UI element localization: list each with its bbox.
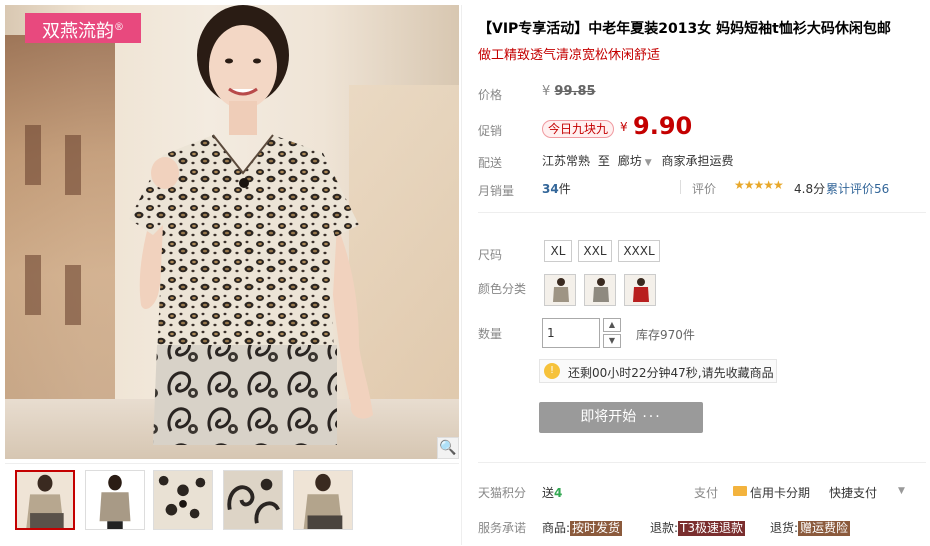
main-product-image[interactable]: 双燕流韵® 🔍 xyxy=(5,5,459,459)
background-building xyxy=(5,35,115,435)
thumbnail-3[interactable] xyxy=(153,470,213,530)
promo-badge: 今日九块九 xyxy=(542,120,615,138)
coming-soon-button[interactable]: 即将开始 ··· xyxy=(539,402,703,433)
background-window xyxy=(25,125,41,185)
credit-card-icon xyxy=(733,486,747,496)
thumbnail-2[interactable] xyxy=(85,470,145,530)
thumbnail-1[interactable] xyxy=(15,470,75,530)
service-refund: 退款: T3极速退款 xyxy=(650,521,746,536)
color-option-1[interactable] xyxy=(544,274,576,306)
ship-from: 江苏常熟 xyxy=(542,154,591,168)
color-option-3[interactable] xyxy=(624,274,656,306)
shipping-info: 江苏常熟 至 廊坊 ▼ 商家承担运费 xyxy=(542,152,733,169)
service-return: 退货: 赠运费险 xyxy=(770,521,851,536)
countdown-text: 还剩00小时22分钟47秒,请先收藏商品 xyxy=(568,366,774,380)
brand-logo: 双燕流韵® xyxy=(25,13,141,43)
payment-label: 支付 xyxy=(694,486,719,500)
promo-currency: ¥ xyxy=(620,120,628,134)
promo-label: 促销 xyxy=(478,124,503,138)
rating-score: 4.8分 xyxy=(794,182,826,196)
points-value: 送4 xyxy=(542,486,563,500)
size-label: 尺码 xyxy=(478,248,503,262)
monthly-sales: 34件 xyxy=(542,182,571,196)
quantity-input[interactable]: 1 xyxy=(542,318,600,348)
size-option-xl[interactable]: XL xyxy=(544,240,572,262)
chevron-down-icon: ▼ xyxy=(644,158,652,168)
sales-label: 月销量 xyxy=(478,184,515,198)
thumbnail-4[interactable] xyxy=(223,470,283,530)
separator xyxy=(680,180,681,194)
background-window xyxy=(25,255,41,315)
promo-price: 9.90 xyxy=(633,112,693,140)
product-title: 【VIP专享活动】中老年夏装2013女 妈妈短袖t恤衫大码休闲包邮 xyxy=(478,21,891,37)
points-label: 天猫积分 xyxy=(478,486,527,500)
color-label: 颜色分类 xyxy=(478,282,527,296)
quantity-label: 数量 xyxy=(478,327,503,341)
rating-stars: ★★★★★ xyxy=(734,178,784,192)
color-option-2[interactable] xyxy=(584,274,616,306)
rating-label: 评价 xyxy=(692,182,717,196)
magnifier-icon[interactable]: 🔍 xyxy=(437,437,459,459)
thumbnail-5[interactable] xyxy=(293,470,353,530)
background-window xyxy=(65,135,81,195)
service-shipping: 商品: 按时发货 xyxy=(542,521,623,536)
quick-pay-link[interactable]: 快捷支付 xyxy=(829,484,877,501)
countdown-tip: ! 还剩00小时22分钟47秒,请先收藏商品 xyxy=(539,359,777,383)
fast-refund-tag[interactable]: T3极速退款 xyxy=(678,521,746,536)
on-time-delivery-tag[interactable]: 按时发货 xyxy=(570,521,623,536)
chevron-down-icon[interactable]: ▼ xyxy=(898,486,905,496)
price-label: 价格 xyxy=(478,88,503,102)
ship-to-word: 至 xyxy=(597,154,610,168)
background-window xyxy=(65,265,81,325)
shipping-insurance-tag[interactable]: 赠运费险 xyxy=(798,521,851,536)
section-divider xyxy=(478,212,926,213)
section-divider xyxy=(478,462,926,463)
stock-count: 库存970件 xyxy=(636,328,695,342)
lightbulb-icon: ! xyxy=(544,363,560,379)
model-figure xyxy=(129,5,373,445)
service-label: 服务承诺 xyxy=(478,521,527,535)
quantity-increase-button[interactable]: ▲ xyxy=(603,318,621,332)
panel-divider xyxy=(461,5,462,545)
review-count-link[interactable]: 累计评价56 xyxy=(826,180,889,197)
credit-installment-link[interactable]: 信用卡分期 xyxy=(750,484,810,501)
thumbnail-strip xyxy=(5,463,459,541)
ship-to-select[interactable]: 廊坊 ▼ xyxy=(618,154,658,168)
size-option-xxl[interactable]: XXL xyxy=(578,240,612,262)
shipping-label: 配送 xyxy=(478,156,503,170)
ship-note: 商家承担运费 xyxy=(661,154,734,168)
product-subtitle: 做工精致透气清凉宽松休闲舒适 xyxy=(478,48,661,63)
size-option-xxxl[interactable]: XXXL xyxy=(618,240,660,262)
quantity-decrease-button[interactable]: ▼ xyxy=(603,334,621,348)
original-price: ¥ 99.85 xyxy=(542,84,596,99)
